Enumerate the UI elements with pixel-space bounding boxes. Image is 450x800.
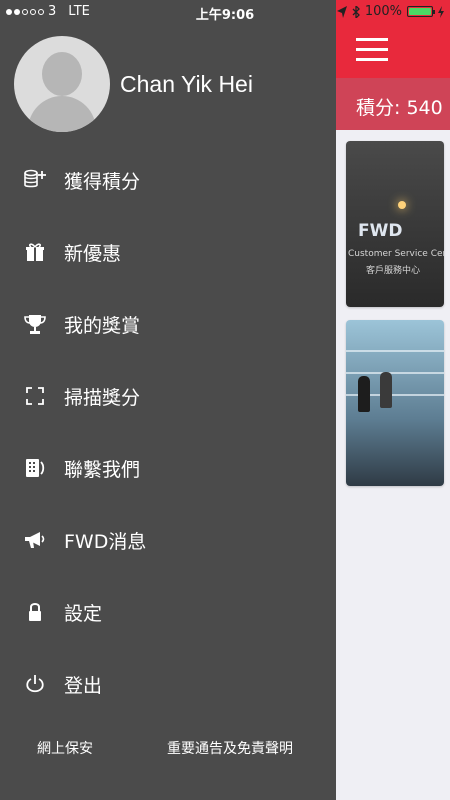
points-value: 積分: 540 [356, 97, 443, 119]
menu-item-new-offers[interactable]: 新優惠 [0, 216, 336, 288]
menu-item-logout[interactable]: 登出 [0, 648, 336, 720]
menu-item-fwd-news[interactable]: FWD消息 [0, 504, 336, 576]
lock-icon [23, 600, 47, 624]
card-caption-en: Customer Service Centre [348, 249, 444, 259]
offer-card[interactable]: FWD Customer Service Centre 客戶服務中心 [346, 141, 444, 307]
disclaimer-link[interactable]: 重要通告及免責聲明 [167, 738, 293, 758]
location-icon [336, 5, 347, 18]
profile-header[interactable]: Chan Yik Hei [14, 36, 253, 132]
drawer-menu: 獲得積分 新優惠 我的獎賞 掃描獎分 聯繫我們 FWD消息 設定 登出 [0, 144, 336, 720]
side-drawer: Chan Yik Hei 獲得積分 新優惠 我的獎賞 掃描獎分 聯繫我們 FWD… [0, 0, 336, 800]
user-name: Chan Yik Hei [120, 70, 253, 97]
menu-label: 掃描獎分 [64, 386, 141, 409]
status-bar: 3 LTE 上午9:06 100% [0, 0, 450, 24]
menu-label: 獲得積分 [64, 170, 141, 193]
person-image [358, 376, 370, 412]
battery-icon [407, 6, 435, 17]
bluetooth-icon [352, 5, 360, 18]
charging-icon [438, 5, 444, 18]
menu-label: 聯繫我們 [64, 458, 141, 481]
menu-item-earn-points[interactable]: 獲得積分 [0, 144, 336, 216]
hamburger-menu-icon[interactable] [356, 38, 388, 62]
menu-item-my-rewards[interactable]: 我的獎賞 [0, 288, 336, 360]
menu-item-contact-us[interactable]: 聯繫我們 [0, 432, 336, 504]
phone-icon [23, 456, 47, 480]
card-brand-text: FWD [358, 221, 403, 241]
person-image [380, 372, 392, 408]
power-icon [23, 672, 47, 696]
offer-card[interactable] [346, 320, 444, 486]
battery-percent: 100% [364, 4, 402, 19]
coins-add-icon [23, 168, 47, 192]
menu-label: 我的獎賞 [64, 314, 141, 337]
card-caption-zh: 客戶服務中心 [366, 266, 421, 276]
avatar[interactable] [14, 36, 110, 132]
menu-label: 設定 [64, 602, 103, 625]
menu-item-scan-points[interactable]: 掃描獎分 [0, 360, 336, 432]
drawer-footer: 網上保安 重要通告及免責聲明 [0, 736, 336, 760]
light-glow [398, 201, 406, 209]
gift-icon [23, 240, 47, 264]
trophy-icon [23, 312, 47, 336]
status-right: 100% [336, 4, 444, 19]
megaphone-icon [23, 528, 47, 552]
menu-item-settings[interactable]: 設定 [0, 576, 336, 648]
online-security-link[interactable]: 網上保安 [37, 738, 93, 758]
menu-label: 新優惠 [64, 242, 122, 265]
menu-label: FWD消息 [64, 530, 147, 553]
menu-label: 登出 [64, 674, 103, 697]
scan-icon [23, 384, 47, 408]
